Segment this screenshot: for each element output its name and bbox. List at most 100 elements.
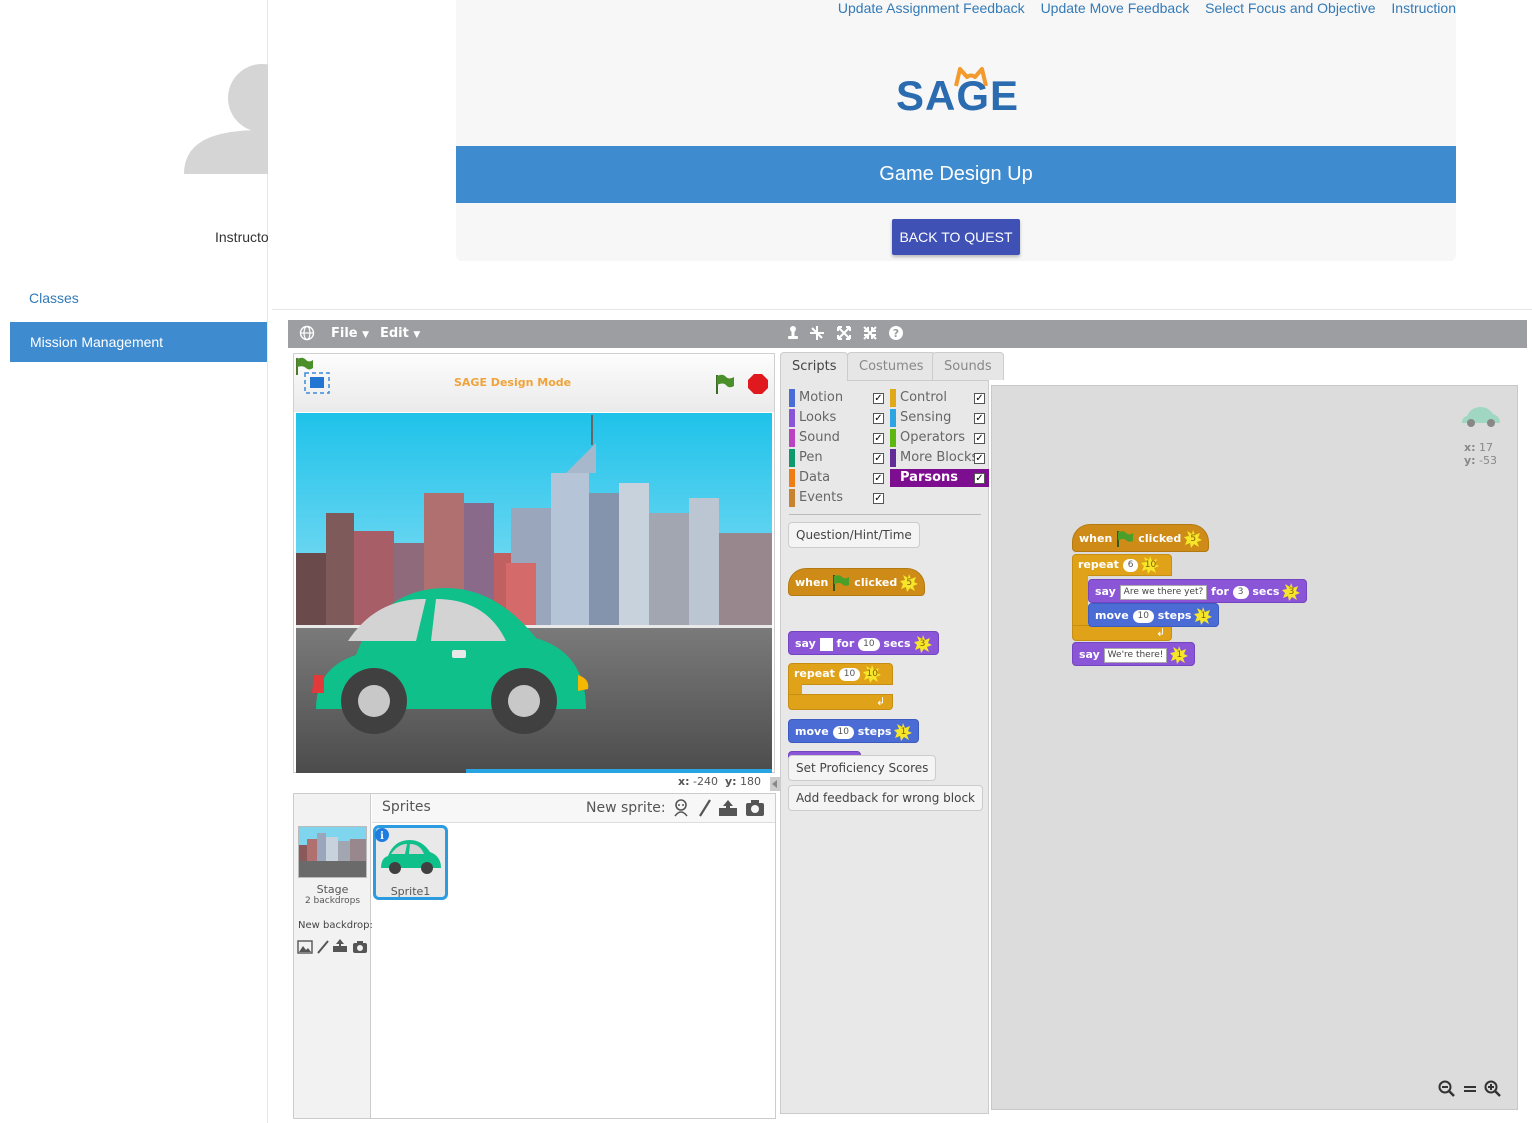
script-when-flag-clicked[interactable]: when clicked 5: [1072, 524, 1210, 552]
secs-input[interactable]: 10: [858, 637, 880, 651]
points-badge: 5: [900, 574, 919, 592]
block-when-flag-clicked[interactable]: when clicked 5: [788, 568, 926, 596]
category-operators[interactable]: Operators: [890, 429, 965, 447]
zoom-in-icon[interactable]: [1484, 1080, 1502, 1102]
grow-icon[interactable]: [836, 325, 852, 345]
category-checkbox[interactable]: ✓: [974, 473, 985, 484]
link-update-move-feedback[interactable]: Update Move Feedback: [1041, 0, 1190, 16]
points-value: 3: [919, 639, 926, 649]
block-move-label: move: [1095, 609, 1129, 622]
camera-icon[interactable]: [352, 939, 368, 958]
category-checkbox[interactable]: ✓: [873, 433, 884, 444]
sprite-tile-sprite1[interactable]: i Sprite1: [373, 825, 448, 900]
back-to-quest-button[interactable]: BACK TO QUEST: [892, 219, 1020, 255]
nav-mission-management[interactable]: Mission Management: [10, 322, 267, 362]
category-events[interactable]: Events: [789, 489, 843, 507]
add-feedback-button[interactable]: Add feedback for wrong block: [788, 785, 984, 811]
category-checkbox[interactable]: ✓: [873, 413, 884, 424]
block-steps-label: steps: [857, 725, 892, 738]
set-proficiency-button[interactable]: Set Proficiency Scores: [788, 755, 937, 781]
category-label: Looks: [799, 410, 837, 425]
scripts-pane: Scripts Costumes Sounds Motion Looks Sou…: [780, 352, 1522, 1114]
category-pen[interactable]: Pen: [789, 449, 823, 467]
category-checkbox[interactable]: ✓: [873, 393, 884, 404]
presentation-mode-icon[interactable]: [304, 372, 330, 398]
category-checkbox[interactable]: ✓: [873, 493, 884, 504]
category-label: Events: [799, 490, 844, 505]
cut-icon[interactable]: [809, 325, 825, 345]
paint-brush-icon[interactable]: [316, 939, 330, 958]
script-say-for-secs[interactable]: say Are we there yet? for 3 secs 3: [1088, 579, 1308, 603]
category-control[interactable]: Control: [890, 389, 947, 407]
say-text-input[interactable]: [819, 637, 833, 651]
block-say-for-secs[interactable]: say for 10 secs 3: [788, 631, 939, 655]
sprite-library-icon[interactable]: [672, 798, 690, 822]
repeat-count-input[interactable]: 10: [838, 667, 861, 681]
block-clicked-label: clicked: [854, 576, 898, 589]
question-hint-time-button[interactable]: Question/Hint/Time: [788, 522, 920, 548]
sprite-y-label: y:: [1464, 454, 1476, 467]
block-repeat[interactable]: repeat 10 10 ↲: [788, 663, 893, 711]
stage-label: Stage: [316, 883, 349, 896]
stage-mode-title: SAGE Design Mode: [454, 376, 572, 389]
paint-sprite-icon[interactable]: [698, 798, 712, 822]
duplicate-icon[interactable]: [785, 325, 801, 345]
upload-icon[interactable]: [332, 938, 348, 957]
backdrop-library-icon[interactable]: [297, 939, 313, 958]
category-swatch: [890, 409, 896, 427]
category-swatch: [890, 389, 896, 407]
nav-classes[interactable]: Classes: [29, 290, 79, 306]
link-instruction[interactable]: Instruction: [1391, 0, 1456, 16]
block-move-steps[interactable]: move 10 steps 1: [788, 719, 920, 743]
script-move-steps[interactable]: move 10 steps 1: [1088, 603, 1220, 627]
help-icon[interactable]: ?: [888, 325, 904, 345]
category-checkbox[interactable]: ✓: [974, 413, 985, 424]
say-text-input[interactable]: Are we there yet?: [1119, 584, 1208, 600]
block-clicked-label: clicked: [1138, 532, 1182, 545]
category-label: Operators: [900, 430, 965, 445]
steps-input[interactable]: 10: [1132, 609, 1154, 623]
link-select-focus-objective[interactable]: Select Focus and Objective: [1205, 0, 1375, 16]
upload-sprite-icon[interactable]: [718, 799, 738, 821]
category-data[interactable]: Data: [789, 469, 830, 487]
sprite-name: Sprite1: [390, 885, 431, 898]
secs-input[interactable]: 3: [1232, 585, 1249, 599]
link-update-assignment-feedback[interactable]: Update Assignment Feedback: [838, 0, 1025, 16]
green-flag-icon[interactable]: [714, 373, 736, 399]
zoom-reset-icon[interactable]: [1461, 1080, 1479, 1102]
zoom-out-icon[interactable]: [1438, 1080, 1456, 1102]
category-checkbox[interactable]: ✓: [974, 453, 985, 464]
stop-icon[interactable]: [747, 373, 769, 399]
category-looks[interactable]: Looks: [789, 409, 836, 427]
category-checkbox[interactable]: ✓: [974, 393, 985, 404]
say-text-input[interactable]: We're there!: [1103, 647, 1168, 663]
tab-sounds[interactable]: Sounds: [932, 352, 1004, 380]
stage-canvas[interactable]: [296, 413, 772, 773]
category-more-blocks[interactable]: More Blocks: [890, 449, 978, 467]
category-motion[interactable]: Motion: [789, 389, 843, 407]
mouse-coordinates: x: -240 y: 180: [678, 775, 761, 788]
category-checkbox[interactable]: ✓: [974, 433, 985, 444]
camera-sprite-icon[interactable]: [745, 799, 765, 821]
script-area[interactable]: x: 17 y: -53 when clicked 5 repeat 6 10 ↲ s…: [991, 385, 1518, 1110]
category-checkbox[interactable]: ✓: [873, 473, 884, 484]
sidebar: Instructor Classes Mission Management: [0, 0, 268, 1123]
tab-costumes[interactable]: Costumes: [847, 352, 936, 380]
file-menu[interactable]: File ▼: [331, 326, 369, 341]
block-for-label: for: [836, 637, 855, 650]
repeat-count-input[interactable]: 6: [1122, 558, 1139, 572]
globe-icon[interactable]: [299, 325, 315, 345]
category-sensing[interactable]: Sensing: [890, 409, 951, 427]
x-label: x:: [678, 775, 690, 788]
category-sound[interactable]: Sound: [789, 429, 840, 447]
steps-input[interactable]: 10: [832, 725, 854, 739]
edit-menu[interactable]: Edit ▼: [380, 326, 420, 341]
stage-thumbnail[interactable]: [298, 826, 367, 878]
shrink-icon[interactable]: [862, 325, 878, 345]
category-checkbox[interactable]: ✓: [873, 453, 884, 464]
sprites-title: Sprites: [382, 799, 431, 815]
points-badge: 3: [913, 635, 932, 653]
script-say[interactable]: say We're there! 1: [1072, 642, 1196, 666]
sprite-y-value: -53: [1479, 454, 1498, 467]
tab-scripts[interactable]: Scripts: [780, 352, 849, 381]
